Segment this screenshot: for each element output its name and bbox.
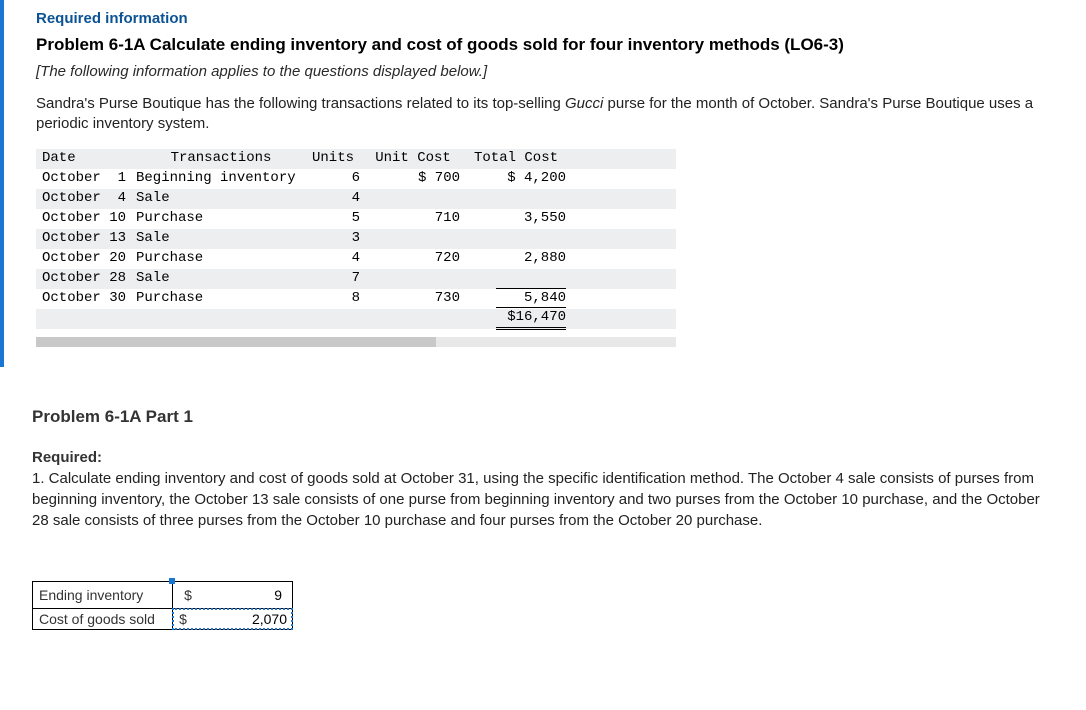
horizontal-scrollbar[interactable] <box>36 337 676 347</box>
cell-trans: Purchase <box>136 249 306 269</box>
applies-note: [The following information applies to th… <box>36 63 1086 80</box>
table-row: October 20 Purchase 4 720 2,880 <box>36 249 676 269</box>
answer-label: Ending inventory <box>33 581 173 608</box>
table-row: October 13 Sale 3 <box>36 229 676 249</box>
cell-totalcost: 3,550 <box>466 209 586 229</box>
cell-date: October 30 <box>36 289 136 309</box>
dollar-sign: $ <box>179 587 197 603</box>
problem-part-panel: Problem 6-1A Part 1 Required: 1. Calcula… <box>0 387 1086 630</box>
problem-body: Sandra's Purse Boutique has the followin… <box>36 94 1086 135</box>
cell-unitcost: 710 <box>366 209 466 229</box>
body-pre: Sandra's Purse Boutique has the followin… <box>36 95 565 112</box>
answer-row: Ending inventory $ <box>33 581 293 608</box>
scrollbar-thumb[interactable] <box>36 337 436 347</box>
header-totalcost: Total Cost <box>466 149 586 169</box>
cell-trans: Sale <box>136 269 306 289</box>
cell-date: October 10 <box>36 209 136 229</box>
problem-title: Problem 6-1A Calculate ending inventory … <box>36 35 1086 55</box>
problem-info-panel: Required information Problem 6-1A Calcul… <box>0 0 1086 367</box>
cell-date: October 28 <box>36 269 136 289</box>
cell-trans: Sale <box>136 189 306 209</box>
answer-cell[interactable]: $ <box>173 608 293 629</box>
cell-totalcost: 5,840 <box>466 288 586 309</box>
required-body: 1. Calculate ending inventory and cost o… <box>32 468 1052 531</box>
cell-units: 6 <box>306 169 366 189</box>
answer-table: Ending inventory $ Cost of goods sold $ <box>32 581 293 630</box>
ending-inventory-input[interactable] <box>197 587 286 603</box>
dollar-sign: $ <box>174 611 192 627</box>
part-title: Problem 6-1A Part 1 <box>32 407 1086 427</box>
answer-row: Cost of goods sold $ <box>33 608 293 629</box>
cell-date: October 20 <box>36 249 136 269</box>
cell-unitcost: 730 <box>366 289 466 309</box>
required-info-header: Required information <box>36 10 1086 27</box>
table-row: October 10 Purchase 5 710 3,550 <box>36 209 676 229</box>
table-row: October 4 Sale 4 <box>36 189 676 209</box>
header-units: Units <box>306 149 366 169</box>
table-total-row: $16,470 <box>36 309 676 329</box>
table-header-row: Date Transactions Units Unit Cost Total … <box>36 149 676 169</box>
cell-units: 4 <box>306 249 366 269</box>
cell-units: 4 <box>306 189 366 209</box>
answer-label: Cost of goods sold <box>33 608 173 629</box>
header-unitcost: Unit Cost <box>366 149 466 169</box>
transactions-table: Date Transactions Units Unit Cost Total … <box>36 149 676 329</box>
cell-unitcost: 720 <box>366 249 466 269</box>
cell-units: 7 <box>306 269 366 289</box>
table-row: October 1 Beginning inventory 6 $ 700 $ … <box>36 169 676 189</box>
cell-totalcost: $ 4,200 <box>466 169 586 189</box>
header-date: Date <box>36 149 136 169</box>
cell-handle-icon[interactable] <box>169 578 175 584</box>
table-row: October 30 Purchase 8 730 5,840 <box>36 289 676 309</box>
cell-trans: Purchase <box>136 289 306 309</box>
cell-date: October 4 <box>36 189 136 209</box>
body-em: Gucci <box>565 95 603 112</box>
cogs-input[interactable] <box>192 611 291 627</box>
answer-cell[interactable]: $ <box>173 581 293 608</box>
cell-trans: Sale <box>136 229 306 249</box>
table-row: October 28 Sale 7 <box>36 269 676 289</box>
header-transactions: Transactions <box>136 149 306 169</box>
cell-unitcost: $ 700 <box>366 169 466 189</box>
cell-totalcost: 2,880 <box>466 249 586 269</box>
grand-total: $16,470 <box>466 307 586 331</box>
cell-units: 8 <box>306 289 366 309</box>
cell-units: 3 <box>306 229 366 249</box>
cell-date: October 1 <box>36 169 136 189</box>
cell-trans: Beginning inventory <box>136 169 306 189</box>
required-label: Required: <box>32 449 1086 466</box>
cell-date: October 13 <box>36 229 136 249</box>
cell-trans: Purchase <box>136 209 306 229</box>
cell-units: 5 <box>306 209 366 229</box>
